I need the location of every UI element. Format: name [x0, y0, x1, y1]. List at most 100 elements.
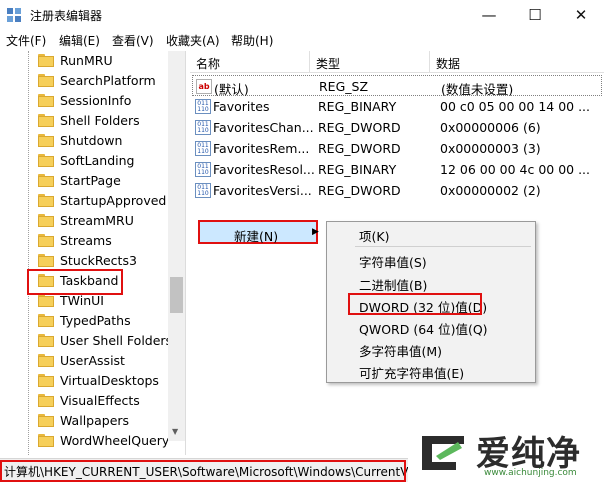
tree-scroll-thumb[interactable]	[170, 277, 183, 313]
folder-icon	[38, 334, 54, 347]
submenu-item-key[interactable]: 项(K)	[359, 226, 389, 245]
folder-icon	[38, 114, 54, 127]
value-data: 0x00000003 (3)	[440, 141, 541, 156]
tree-item[interactable]: Shell Folders	[0, 111, 166, 131]
tree-item[interactable]: StuckRects3	[0, 251, 166, 271]
menu-file[interactable]: 文件(F)	[6, 32, 46, 49]
tree-item[interactable]: SoftLanding	[0, 151, 166, 171]
window-title: 注册表编辑器	[30, 9, 103, 23]
tree-item-label: WordWheelQuery	[60, 433, 170, 448]
tree-item-label: TWinUI	[60, 293, 104, 308]
scroll-down-icon[interactable]: ▼	[172, 427, 178, 436]
tree-item[interactable]: StartupApproved	[0, 191, 166, 211]
submenu-separator	[355, 246, 531, 247]
value-name: FavoritesResol...	[213, 162, 315, 177]
column-header-name[interactable]: 名称	[190, 51, 310, 73]
tree-item-label: SearchPlatform	[60, 73, 156, 88]
tree-item[interactable]: WordWheelQuery	[0, 431, 170, 451]
value-row[interactable]: 011 110 Favorites REG_BINARY 00 c0 05 00 00 …	[192, 96, 602, 117]
tree-item[interactable]: Shutdown	[0, 131, 166, 151]
menu-favorites[interactable]: 收藏夹(A)	[166, 32, 220, 49]
value-row[interactable]: ab (默认) REG_SZ (数值未设置)	[192, 75, 602, 97]
folder-icon	[38, 214, 54, 227]
folder-icon	[38, 194, 54, 207]
value-name: FavoritesVersi...	[213, 183, 312, 198]
folder-icon	[38, 434, 54, 447]
path-highlight	[0, 460, 406, 482]
tree-item[interactable]: StartPage	[0, 171, 166, 191]
value-type: REG_DWORD	[318, 141, 401, 156]
value-type: REG_DWORD	[318, 183, 401, 198]
value-row[interactable]: 011 110 FavoritesRem... REG_DWORD 0x00000003…	[192, 138, 602, 159]
menu-bar: 文件(F) 编辑(E) 查看(V) 收藏夹(A) 帮助(H)	[0, 30, 604, 50]
new-menu-item[interactable]: 新建(N) ▶	[198, 220, 319, 244]
column-header-data[interactable]: 数据	[430, 51, 604, 73]
tree-item-label: StreamMRU	[60, 213, 134, 228]
folder-icon	[38, 294, 54, 307]
tree-item[interactable]: TypedPaths	[0, 311, 166, 331]
menu-help[interactable]: 帮助(H)	[231, 32, 273, 49]
new-menu-label: 新建(N)	[234, 229, 279, 244]
folder-icon	[38, 254, 54, 267]
title-bar: 注册表编辑器 — ☐ ✕	[0, 0, 604, 30]
folder-icon	[38, 314, 54, 327]
value-name: FavoritesChan...	[213, 120, 314, 135]
value-data: 00 c0 05 00 00 14 00 ...	[440, 99, 590, 114]
tree-item[interactable]: Streams	[0, 231, 166, 251]
tree-item[interactable]: RunMRU	[0, 51, 166, 71]
registry-editor-icon	[7, 8, 21, 22]
taskband-highlight	[27, 269, 123, 295]
tree-item-label: StartupApproved	[60, 193, 167, 208]
tree-item-label: RunMRU	[60, 53, 113, 68]
tree-item-label: VisualEffects	[60, 393, 140, 408]
menu-view[interactable]: 查看(V)	[112, 32, 154, 49]
folder-icon	[38, 394, 54, 407]
tree-item-label: SessionInfo	[60, 93, 132, 108]
submenu-item-multi-string[interactable]: 多字符串值(M)	[359, 341, 442, 360]
binary-value-icon: 011 110	[195, 120, 211, 135]
value-data: 0x00000006 (6)	[440, 120, 541, 135]
tree-item[interactable]: UserAssist	[0, 351, 166, 371]
tree-scrollbar[interactable]: ▼	[168, 51, 185, 441]
value-row[interactable]: 011 110 FavoritesVersi... REG_DWORD 0x000000…	[192, 180, 602, 201]
tree-item-label: Wallpapers	[60, 413, 130, 428]
brand-logo-icon	[422, 436, 464, 470]
tree-item[interactable]: SessionInfo	[0, 91, 166, 111]
binary-value-icon: 011 110	[195, 162, 211, 177]
close-button[interactable]: ✕	[558, 0, 604, 30]
submenu-item-qword[interactable]: QWORD (64 位)值(Q)	[359, 319, 488, 338]
tree-item-label: UserAssist	[60, 353, 125, 368]
submenu-item-binary[interactable]: 二进制值(B)	[359, 275, 427, 294]
tree-item[interactable]: StreamMRU	[0, 211, 166, 231]
tree-item-label: Shell Folders	[60, 113, 140, 128]
folder-icon	[38, 154, 54, 167]
value-name: Favorites	[213, 99, 270, 114]
tree-item-label: TypedPaths	[60, 313, 131, 328]
value-data: 0x00000002 (2)	[440, 183, 541, 198]
tree-item[interactable]: Wallpapers	[0, 411, 166, 431]
maximize-button[interactable]: ☐	[512, 0, 558, 30]
tree-item-label: User Shell Folders	[60, 333, 173, 348]
watermark: 爱纯净 www.aichunjing.com	[408, 424, 604, 482]
value-row[interactable]: 011 110 FavoritesChan... REG_DWORD 0x0000000…	[192, 117, 602, 138]
minimize-button[interactable]: —	[466, 0, 512, 30]
folder-icon	[38, 354, 54, 367]
submenu-item-string[interactable]: 字符串值(S)	[359, 252, 427, 271]
value-type: REG_BINARY	[318, 99, 397, 114]
binary-value-icon: 011 110	[195, 99, 211, 114]
tree-item[interactable]: User Shell Folders	[0, 331, 172, 351]
menu-edit[interactable]: 编辑(E)	[59, 32, 100, 49]
submenu-item-expandable-string[interactable]: 可扩充字符串值(E)	[359, 363, 464, 382]
tree-item-label: StartPage	[60, 173, 121, 188]
tree-item-label: SoftLanding	[60, 153, 135, 168]
string-value-icon: ab	[196, 79, 212, 94]
tree-item[interactable]: VisualEffects	[0, 391, 166, 411]
value-row[interactable]: 011 110 FavoritesResol... REG_BINARY 12 06 0…	[192, 159, 602, 180]
binary-value-icon: 011 110	[195, 183, 211, 198]
column-header-type[interactable]: 类型	[310, 51, 430, 73]
tree-item[interactable]: SearchPlatform	[0, 71, 166, 91]
folder-icon	[38, 134, 54, 147]
tree-item[interactable]: VirtualDesktops	[0, 371, 166, 391]
folder-icon	[38, 414, 54, 427]
folder-icon	[38, 74, 54, 87]
